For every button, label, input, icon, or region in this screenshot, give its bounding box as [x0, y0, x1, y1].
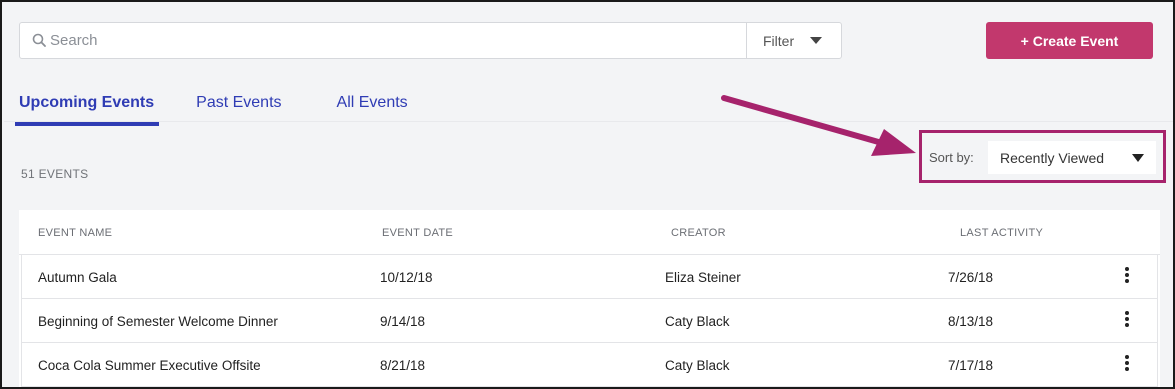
- event-last-activity: 7/26/18: [948, 270, 994, 285]
- caret-down-icon: [1132, 154, 1144, 162]
- create-event-button[interactable]: + Create Event: [986, 22, 1153, 59]
- search-icon: [32, 33, 46, 47]
- events-table: EVENT NAME EVENT DATE CREATOR LAST ACTIV…: [19, 210, 1160, 387]
- event-date: 9/14/18: [380, 314, 426, 329]
- event-name: Beginning of Semester Welcome Dinner: [38, 314, 278, 329]
- event-creator: Caty Black: [665, 358, 730, 373]
- event-name: Autumn Gala: [38, 270, 117, 285]
- event-creator: Eliza Steiner: [665, 270, 741, 285]
- table-row[interactable]: Autumn Gala 10/12/18 Eliza Steiner 7/26/…: [21, 255, 1158, 299]
- kebab-menu-icon[interactable]: [1119, 267, 1135, 287]
- filter-dropdown[interactable]: Filter: [746, 23, 842, 58]
- column-header-event-name[interactable]: EVENT NAME: [38, 227, 112, 239]
- caret-down-icon: [810, 37, 823, 44]
- tab-all-events[interactable]: All Events: [337, 94, 408, 124]
- sort-value: Recently Viewed: [1000, 149, 1105, 166]
- event-count: 51 EVENTS: [21, 167, 89, 181]
- column-header-creator[interactable]: CREATOR: [671, 227, 726, 239]
- column-header-last-activity[interactable]: LAST ACTIVITY: [960, 227, 1043, 239]
- event-name: Coca Cola Summer Executive Offsite: [38, 358, 261, 373]
- event-date: 10/12/18: [380, 270, 433, 285]
- table-row[interactable]: Coca Cola Summer Executive Offsite 8/21/…: [21, 343, 1158, 387]
- filter-label: Filter: [763, 32, 795, 49]
- kebab-menu-icon[interactable]: [1119, 355, 1135, 375]
- event-creator: Caty Black: [665, 314, 730, 329]
- tabs-divider: [4, 121, 1173, 122]
- sort-dropdown[interactable]: Recently Viewed: [988, 141, 1156, 174]
- event-date: 8/21/18: [380, 358, 426, 373]
- column-header-event-date[interactable]: EVENT DATE: [382, 227, 453, 239]
- search-bar: Filter: [19, 22, 842, 59]
- tab-upcoming-events[interactable]: Upcoming Events: [14, 94, 160, 126]
- tab-past-events[interactable]: Past Events: [196, 94, 281, 124]
- kebab-menu-icon[interactable]: [1119, 311, 1135, 331]
- search-input[interactable]: [50, 23, 740, 58]
- event-tabs: Upcoming Events Past Events All Events: [14, 94, 408, 126]
- app-frame: Filter + Create Event Upcoming Events Pa…: [0, 0, 1175, 389]
- event-last-activity: 8/13/18: [948, 314, 994, 329]
- create-event-label: + Create Event: [1020, 32, 1119, 49]
- sort-callout-box: Sort by: Recently Viewed: [919, 130, 1166, 183]
- sort-label: Sort by:: [929, 150, 974, 165]
- event-last-activity: 7/17/18: [948, 358, 994, 373]
- table-header: EVENT NAME EVENT DATE CREATOR LAST ACTIV…: [19, 210, 1160, 255]
- table-row[interactable]: Beginning of Semester Welcome Dinner 9/1…: [21, 299, 1158, 343]
